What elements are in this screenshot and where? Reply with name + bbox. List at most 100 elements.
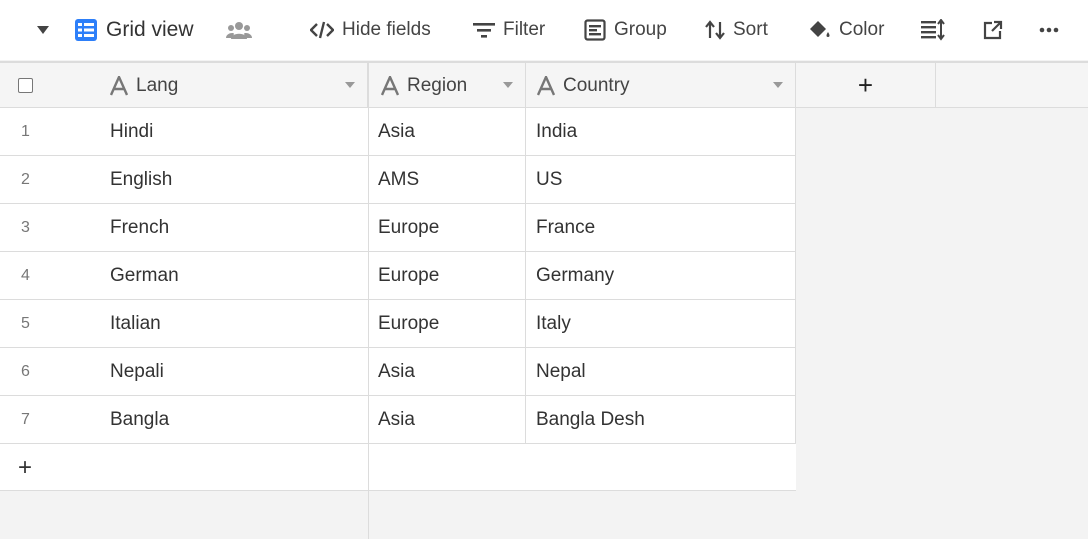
color-button[interactable]: Color [807, 0, 884, 60]
table-row[interactable]: 4 German Europe Germany [0, 252, 796, 300]
chevron-down-icon[interactable] [503, 82, 513, 88]
grid-icon [75, 19, 97, 41]
cell-lang[interactable]: Italian [100, 300, 369, 347]
cell-lang-value: German [110, 264, 179, 286]
view-menu-toggle[interactable] [36, 0, 50, 60]
share-icon [983, 20, 1003, 40]
cell-country[interactable]: India [526, 108, 796, 155]
cell-lang[interactable]: German [100, 252, 369, 299]
collaborators-button[interactable] [226, 0, 252, 60]
add-field-button[interactable]: + [796, 63, 936, 108]
cell-country[interactable]: Bangla Desh [526, 396, 796, 443]
color-label: Color [839, 19, 885, 40]
sort-button[interactable]: Sort [705, 0, 768, 60]
row-number: 7 [0, 396, 100, 443]
table-row[interactable]: 2 English AMS US [0, 156, 796, 204]
row-number: 2 [0, 156, 100, 203]
text-type-icon [381, 75, 399, 95]
grid-header: Lang Region Country + [0, 61, 1088, 108]
row-number: 6 [0, 348, 100, 395]
cell-country[interactable]: Nepal [526, 348, 796, 395]
column-label: Region [407, 74, 468, 96]
chevron-down-icon[interactable] [773, 82, 783, 88]
table-row[interactable]: 1 Hindi Asia India [0, 108, 796, 156]
cell-region-value: Asia [378, 360, 415, 382]
hide-fields-button[interactable]: Hide fields [310, 0, 431, 60]
cell-region[interactable]: AMS [369, 156, 526, 203]
text-type-icon [537, 75, 555, 95]
column-header-country[interactable]: Country [526, 63, 796, 108]
caret-down-icon [37, 26, 49, 34]
filter-icon [473, 23, 495, 38]
row-number-value: 5 [21, 314, 30, 332]
row-number-value: 7 [21, 410, 30, 428]
add-row[interactable]: + [0, 444, 796, 491]
column-header-region[interactable]: Region [368, 63, 526, 108]
cell-region-value: Europe [378, 216, 440, 238]
more-options-button[interactable] [1039, 0, 1059, 60]
cell-region[interactable]: Asia [369, 108, 526, 155]
cell-country-value: Germany [536, 264, 615, 286]
row-number: 3 [0, 204, 100, 251]
column-label: Country [563, 74, 630, 96]
table-row[interactable]: 5 Italian Europe Italy [0, 300, 796, 348]
cell-country[interactable]: US [526, 156, 796, 203]
group-icon [584, 19, 606, 41]
cell-country-value: France [536, 216, 596, 238]
filter-button[interactable]: Filter [473, 0, 545, 60]
hide-fields-icon [310, 21, 334, 39]
table-row[interactable]: 3 French Europe France [0, 204, 796, 252]
table-row[interactable]: 7 Bangla Asia Bangla Desh [0, 396, 796, 444]
row-height-icon [921, 19, 945, 41]
view-switcher[interactable]: Grid view [74, 0, 194, 60]
cell-lang-value: Italian [110, 312, 161, 334]
cell-region[interactable]: Asia [369, 396, 526, 443]
cell-lang-value: Hindi [110, 120, 154, 142]
row-number-value: 3 [21, 218, 30, 236]
plus-icon: + [857, 70, 874, 100]
cell-country-value: Nepal [536, 360, 586, 382]
cell-country[interactable]: Germany [526, 252, 796, 299]
select-all-checkbox[interactable] [18, 78, 33, 93]
group-button[interactable]: Group [584, 0, 667, 60]
cell-lang-value: Bangla [110, 408, 170, 430]
cell-region[interactable]: Europe [369, 300, 526, 347]
cell-region[interactable]: Asia [369, 348, 526, 395]
cell-lang-value: English [110, 168, 173, 190]
column-label: Lang [136, 74, 179, 96]
cell-lang[interactable]: Bangla [100, 396, 369, 443]
cell-lang[interactable]: English [100, 156, 369, 203]
sort-label: Sort [733, 19, 768, 40]
row-number-value: 1 [21, 122, 30, 140]
cell-country-value: Bangla Desh [536, 408, 645, 430]
add-row-button[interactable]: + [0, 444, 369, 491]
row-number: 5 [0, 300, 100, 347]
plus-icon: + [18, 453, 33, 481]
cell-lang[interactable]: French [100, 204, 369, 251]
column-header-lang[interactable]: Lang [0, 63, 368, 108]
filter-label: Filter [503, 19, 546, 40]
row-number-value: 4 [21, 266, 30, 284]
cell-region-value: Europe [378, 312, 440, 334]
share-view-button[interactable] [983, 0, 1003, 60]
cell-lang-value: Nepali [110, 360, 164, 382]
frozen-column-divider [368, 108, 369, 539]
chevron-down-icon[interactable] [345, 82, 355, 88]
sort-icon [705, 20, 725, 40]
cell-region[interactable]: Europe [369, 204, 526, 251]
color-bucket-icon [810, 21, 830, 37]
view-name: Grid view [106, 18, 194, 41]
people-icon [226, 22, 252, 39]
row-height-button[interactable] [921, 0, 945, 60]
cell-country[interactable]: France [526, 204, 796, 251]
cell-lang[interactable]: Nepali [100, 348, 369, 395]
cell-country-value: Italy [536, 312, 571, 334]
cell-lang[interactable]: Hindi [100, 108, 369, 155]
more-icon [1039, 27, 1059, 33]
table-row[interactable]: 6 Nepali Asia Nepal [0, 348, 796, 396]
cell-region-value: Asia [378, 408, 415, 430]
cell-region[interactable]: Europe [369, 252, 526, 299]
cell-country[interactable]: Italy [526, 300, 796, 347]
cell-region-value: Europe [378, 264, 440, 286]
hide-fields-label: Hide fields [342, 19, 431, 40]
